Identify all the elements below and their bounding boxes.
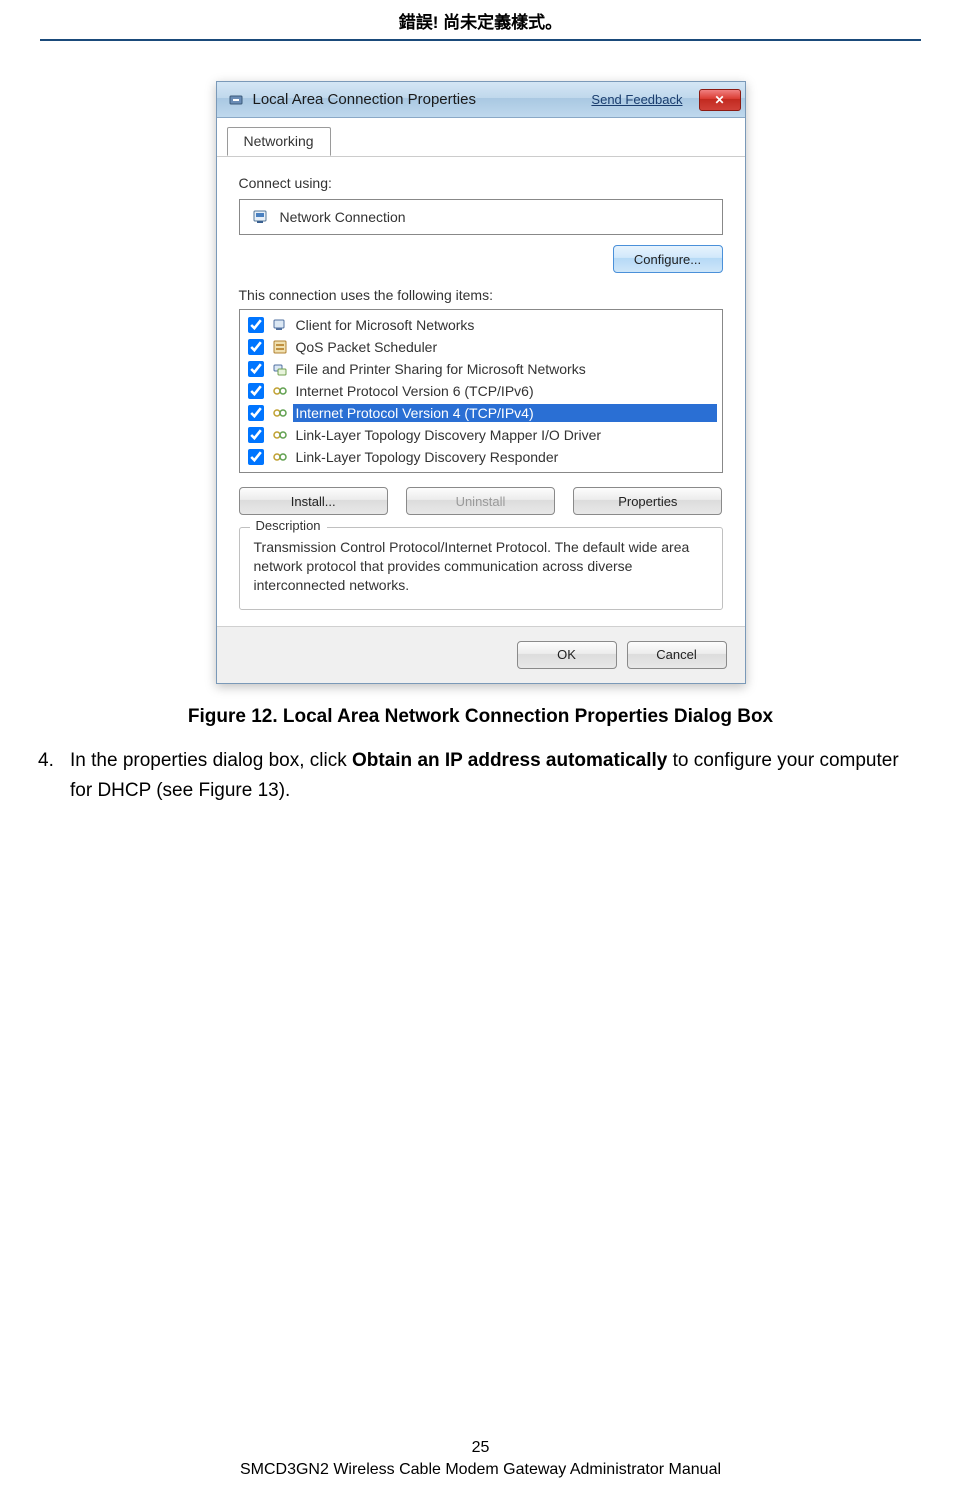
item-checkbox[interactable]	[248, 405, 264, 421]
tab-networking[interactable]: Networking	[227, 127, 331, 156]
step-text: In the properties dialog box, click Obta…	[70, 746, 923, 807]
items-list[interactable]: Client for Microsoft Networks QoS Packet …	[239, 309, 723, 473]
item-checkbox[interactable]	[248, 449, 264, 465]
description-legend: Description	[250, 518, 327, 533]
close-icon: ✕	[714, 93, 724, 107]
share-icon	[271, 360, 289, 378]
step-pre: In the properties dialog box, click	[70, 750, 352, 771]
configure-button[interactable]: Configure...	[613, 245, 723, 273]
step-bold: Obtain an IP address automatically	[352, 750, 667, 771]
uninstall-button[interactable]: Uninstall	[406, 487, 555, 515]
list-item[interactable]: File and Printer Sharing for Microsoft N…	[246, 358, 716, 380]
adapter-box: Network Connection	[239, 199, 723, 235]
close-button[interactable]: ✕	[699, 89, 741, 111]
list-item[interactable]: Client for Microsoft Networks	[246, 314, 716, 336]
item-label: QoS Packet Scheduler	[296, 339, 714, 355]
list-item[interactable]: Internet Protocol Version 4 (TCP/IPv4)	[246, 402, 716, 424]
install-button[interactable]: Install...	[239, 487, 388, 515]
dialog-titlebar: Local Area Connection Properties Send Fe…	[217, 82, 745, 118]
tab-body: Connect using: Network Connection Config…	[217, 157, 745, 626]
dialog-title: Local Area Connection Properties	[253, 91, 584, 108]
manual-title: SMCD3GN2 Wireless Cable Modem Gateway Ad…	[0, 1461, 961, 1479]
dialog-footer: OK Cancel	[217, 626, 745, 683]
item-label: Link-Layer Topology Discovery Mapper I/O…	[296, 427, 714, 443]
items-label: This connection uses the following items…	[239, 287, 723, 303]
ok-button[interactable]: OK	[517, 641, 617, 669]
item-label: Internet Protocol Version 6 (TCP/IPv6)	[296, 383, 714, 399]
figure-caption: Figure 12. Local Area Network Connection…	[0, 706, 961, 728]
item-label: Client for Microsoft Networks	[296, 317, 714, 333]
tab-strip: Networking	[217, 118, 745, 157]
network-card-icon	[250, 207, 270, 227]
item-label: File and Printer Sharing for Microsoft N…	[296, 361, 714, 377]
adapter-name: Network Connection	[280, 209, 406, 225]
send-feedback-link[interactable]: Send Feedback	[591, 92, 682, 107]
qos-icon	[271, 338, 289, 356]
page-header-title: 錯誤! 尚未定義樣式。	[0, 0, 961, 39]
proto-icon	[271, 382, 289, 400]
item-label: Link-Layer Topology Discovery Responder	[296, 449, 714, 465]
proto-icon	[271, 426, 289, 444]
list-item[interactable]: QoS Packet Scheduler	[246, 336, 716, 358]
description-text: Transmission Control Protocol/Internet P…	[254, 538, 708, 595]
list-item[interactable]: Internet Protocol Version 6 (TCP/IPv6)	[246, 380, 716, 402]
instruction-step: 4. In the properties dialog box, click O…	[0, 746, 961, 807]
item-checkbox[interactable]	[248, 427, 264, 443]
lan-properties-dialog: Local Area Connection Properties Send Fe…	[216, 81, 746, 684]
screenshot-container: Local Area Connection Properties Send Fe…	[0, 81, 961, 684]
proto-icon	[271, 448, 289, 466]
description-group: Description Transmission Control Protoco…	[239, 527, 723, 610]
item-checkbox[interactable]	[248, 383, 264, 399]
item-checkbox[interactable]	[248, 361, 264, 377]
properties-button[interactable]: Properties	[573, 487, 722, 515]
item-label: Internet Protocol Version 4 (TCP/IPv4)	[293, 404, 717, 422]
connect-using-label: Connect using:	[239, 175, 723, 191]
item-checkbox[interactable]	[248, 339, 264, 355]
list-item[interactable]: Link-Layer Topology Discovery Mapper I/O…	[246, 424, 716, 446]
step-number: 4.	[38, 746, 58, 807]
proto-icon	[271, 404, 289, 422]
page-footer: 25 SMCD3GN2 Wireless Cable Modem Gateway…	[0, 1439, 961, 1479]
page-number: 25	[0, 1439, 961, 1457]
header-rule	[40, 39, 921, 41]
item-checkbox[interactable]	[248, 317, 264, 333]
cancel-button[interactable]: Cancel	[627, 641, 727, 669]
network-adapter-icon	[227, 91, 245, 109]
list-item[interactable]: Link-Layer Topology Discovery Responder	[246, 446, 716, 468]
client-icon	[271, 316, 289, 334]
